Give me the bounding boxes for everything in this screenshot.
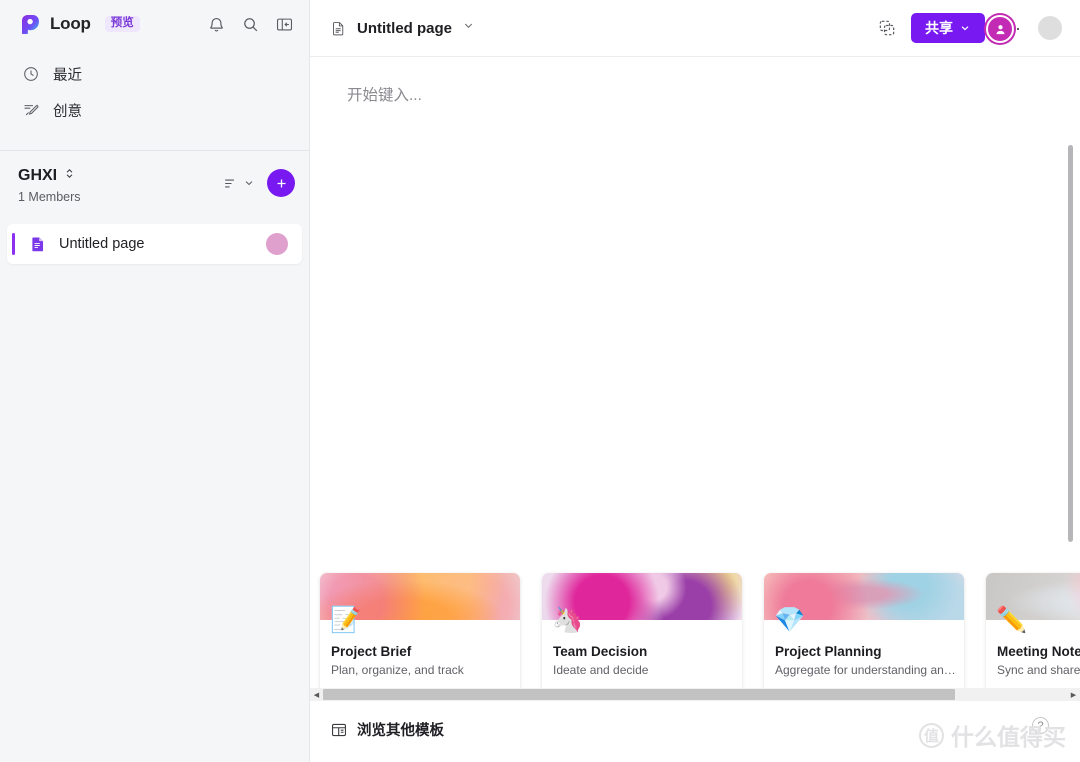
template-thumbnail: ✏️ (986, 573, 1080, 633)
document-icon (330, 20, 347, 37)
editor-placeholder: 开始键入... (347, 87, 422, 104)
horizontal-scrollbar[interactable]: ◀ ▶ (310, 688, 1080, 701)
chevron-down-icon (462, 19, 475, 37)
gem-icon: 💎 (774, 606, 806, 634)
workspace-title: GHXI (18, 167, 58, 184)
bottom-bar: ◀ ▶ 浏览其他模板 ? 值 什么值得买 (310, 688, 1080, 762)
add-page-button[interactable] (267, 169, 295, 197)
page-list: Untitled page (0, 224, 309, 264)
sidebar-item-recent[interactable]: 最近 (0, 56, 309, 92)
sidebar: Loop 预览 最近 创意 GHXI 1 Members Untitled pa… (0, 0, 310, 762)
template-description: Sync and share (997, 663, 1080, 677)
sidebar-header: Loop 预览 (0, 0, 309, 48)
sort-lines-icon[interactable] (222, 174, 255, 193)
sidebar-page-label: Untitled page (59, 236, 145, 252)
pencil-icon: ✏️ (996, 606, 1028, 634)
scroll-right-arrow-icon[interactable]: ▶ (1067, 688, 1080, 701)
templates-strip: 📝 Project Brief Plan, organize, and trac… (310, 570, 1080, 700)
collapse-panel-icon[interactable] (273, 13, 295, 35)
brand[interactable]: Loop 预览 (18, 12, 140, 36)
template-thumbnail: 💎 (764, 573, 964, 633)
document-icon (29, 235, 47, 253)
template-description: Plan, organize, and track (331, 663, 464, 677)
chevron-down-icon (961, 26, 969, 31)
browse-templates-label: 浏览其他模板 (357, 723, 444, 739)
notifications-icon[interactable] (205, 13, 227, 35)
template-title: Meeting Notes (997, 644, 1080, 659)
chevron-updown-icon (63, 167, 76, 185)
top-bar-actions: 共享 ··· (877, 13, 1062, 43)
user-avatar[interactable] (1038, 16, 1062, 40)
vertical-scrollbar[interactable] (1068, 145, 1073, 542)
loop-app-window: Loop 预览 最近 创意 GHXI 1 Members Untitled pa… (0, 0, 1080, 762)
sidebar-header-actions (205, 13, 295, 35)
duplicate-icon[interactable] (877, 18, 897, 38)
template-cards: 📝 Project Brief Plan, organize, and trac… (320, 570, 1080, 700)
template-thumbnail: 🦄 (542, 573, 742, 633)
template-card-team-decision[interactable]: 🦄 Team Decision Ideate and decide (542, 573, 742, 694)
template-card-meeting-notes[interactable]: ✏️ Meeting Notes Sync and share (986, 573, 1080, 694)
person-icon (996, 24, 1004, 34)
sidebar-item-label: 创意 (53, 103, 82, 120)
main-area: Untitled page 共享 开始键入... 📝 Project Brief… (310, 0, 1080, 762)
unicorn-icon: 🦄 (552, 606, 584, 634)
template-description: Ideate and decide (553, 663, 649, 677)
idea-pen-icon (22, 101, 40, 119)
sidebar-nav: 最近 创意 (0, 48, 309, 128)
template-title: Team Decision (553, 644, 648, 659)
workspace-actions (222, 167, 295, 197)
page-title-dropdown[interactable]: Untitled page (330, 19, 475, 37)
workspace-header: GHXI 1 Members (0, 151, 309, 204)
collaborator-avatar[interactable] (986, 15, 1014, 43)
chevron-down-icon (245, 181, 253, 186)
avatar (266, 233, 288, 255)
brand-name: Loop (50, 14, 91, 33)
top-bar: Untitled page 共享 (310, 0, 1080, 57)
template-card-project-planning[interactable]: 💎 Project Planning Aggregate for underst… (764, 573, 964, 694)
share-button[interactable]: 共享 (911, 13, 986, 43)
template-description: Aggregate for understanding an… (775, 663, 956, 677)
sidebar-item-ideas[interactable]: 创意 (0, 92, 309, 128)
workspace-members-count: 1 Members (18, 190, 81, 204)
template-grid-icon (330, 721, 348, 739)
share-button-label: 共享 (925, 20, 954, 36)
watermark-mark: 值 (919, 722, 944, 748)
template-title: Project Brief (331, 644, 412, 659)
memo-icon: 📝 (330, 606, 362, 634)
sidebar-item-label: 最近 (53, 67, 82, 84)
workspace-info: GHXI 1 Members (18, 167, 81, 204)
template-thumbnail: 📝 (320, 573, 520, 633)
preview-badge: 预览 (104, 15, 140, 33)
selection-indicator (12, 233, 15, 255)
search-icon[interactable] (239, 13, 261, 35)
help-icon[interactable]: ? (1032, 717, 1049, 734)
editor-canvas[interactable]: 开始键入... (310, 57, 1080, 570)
template-title: Project Planning (775, 644, 882, 659)
sidebar-page-untitled[interactable]: Untitled page (7, 224, 302, 264)
clock-icon (22, 65, 40, 83)
scroll-left-arrow-icon[interactable]: ◀ (310, 688, 323, 701)
loop-logo-icon (18, 12, 42, 36)
workspace-selector[interactable]: GHXI (18, 167, 81, 185)
horizontal-scroll-thumb[interactable] (323, 689, 955, 700)
page-title: Untitled page (357, 19, 453, 37)
browse-templates-button[interactable]: 浏览其他模板 (310, 701, 444, 740)
template-card-project-brief[interactable]: 📝 Project Brief Plan, organize, and trac… (320, 573, 520, 694)
